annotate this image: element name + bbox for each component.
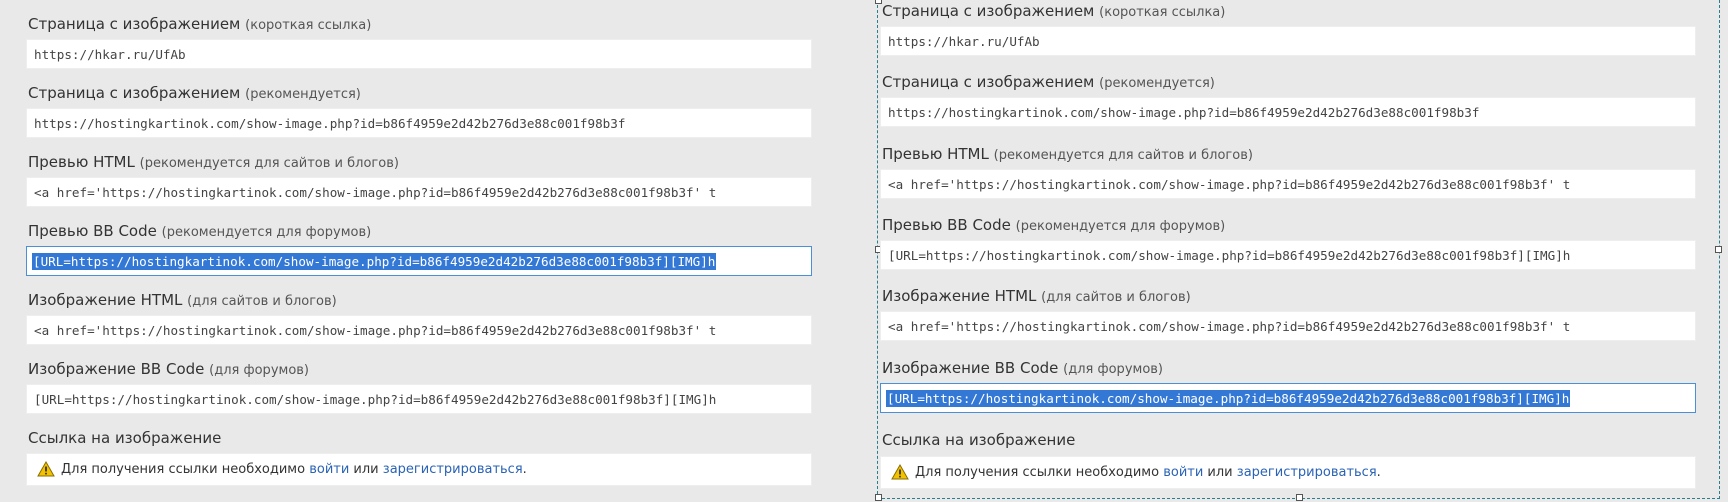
image-bbcode-field[interactable]: [URL=https://hostingkartinok.com/show-im… xyxy=(26,384,812,414)
login-notice: Для получения ссылки необходимо войти ил… xyxy=(880,456,1696,489)
notice-text: Для получения ссылки необходимо xyxy=(915,465,1164,480)
field-label: Превью BB Code (рекомендуется для форумо… xyxy=(28,222,372,240)
field-label: Превью HTML (рекомендуется для сайтов и … xyxy=(28,153,399,171)
preview-html-field[interactable]: <a href='https://hostingkartinok.com/sho… xyxy=(26,177,812,207)
notice-text: или xyxy=(1203,465,1237,480)
image-html-field[interactable]: <a href='https://hostingkartinok.com/sho… xyxy=(880,311,1696,341)
notice-text: . xyxy=(522,462,527,477)
register-link[interactable]: зарегистрироваться xyxy=(383,462,523,477)
resize-handle-bottom-left[interactable] xyxy=(875,494,882,501)
notice-text: Для получения ссылки необходимо xyxy=(61,462,310,477)
field-label: Превью HTML (рекомендуется для сайтов и … xyxy=(882,145,1253,163)
resize-handle-top-left[interactable] xyxy=(875,0,882,4)
field-label: Превью BB Code (рекомендуется для форумо… xyxy=(882,216,1226,234)
image-bbcode-field[interactable]: [URL=https://hostingkartinok.com/show-im… xyxy=(880,383,1696,413)
page-link-field[interactable]: https://hostingkartinok.com/show-image.p… xyxy=(26,108,812,138)
page-link-field[interactable]: https://hostingkartinok.com/show-image.p… xyxy=(880,97,1696,127)
notice-text: . xyxy=(1376,465,1381,480)
warning-icon xyxy=(37,461,55,477)
image-html-field[interactable]: <a href='https://hostingkartinok.com/sho… xyxy=(26,315,812,345)
short-link-field[interactable]: https://hkar.ru/UfAb xyxy=(880,26,1696,56)
short-link-field[interactable]: https://hkar.ru/UfAb xyxy=(26,39,812,69)
resize-handle-middle-right[interactable] xyxy=(1715,246,1722,253)
field-label: Страница с изображением (рекомендуется) xyxy=(28,84,361,102)
field-label: Страница с изображением (рекомендуется) xyxy=(882,73,1215,91)
image-link-label: Ссылка на изображение xyxy=(28,429,222,447)
image-link-label: Ссылка на изображение xyxy=(882,431,1076,449)
field-label: Страница с изображением (короткая ссылка… xyxy=(28,15,372,33)
login-link[interactable]: войти xyxy=(1163,465,1203,480)
notice-text: или xyxy=(349,462,383,477)
login-notice: Для получения ссылки необходимо войти ил… xyxy=(26,453,812,486)
field-label: Изображение BB Code (для форумов) xyxy=(882,359,1164,377)
resize-handle-bottom-middle[interactable] xyxy=(1296,494,1303,501)
field-label: Изображение HTML (для сайтов и блогов) xyxy=(882,287,1191,305)
preview-bbcode-field[interactable]: [URL=https://hostingkartinok.com/show-im… xyxy=(26,246,812,276)
field-label: Изображение BB Code (для форумов) xyxy=(28,360,310,378)
preview-html-field[interactable]: <a href='https://hostingkartinok.com/sho… xyxy=(880,169,1696,199)
field-label: Изображение HTML (для сайтов и блогов) xyxy=(28,291,337,309)
field-label: Страница с изображением (короткая ссылка… xyxy=(882,2,1226,20)
preview-bbcode-field[interactable]: [URL=https://hostingkartinok.com/show-im… xyxy=(880,240,1696,270)
register-link[interactable]: зарегистрироваться xyxy=(1237,465,1377,480)
login-link[interactable]: войти xyxy=(309,462,349,477)
warning-icon xyxy=(891,464,909,480)
